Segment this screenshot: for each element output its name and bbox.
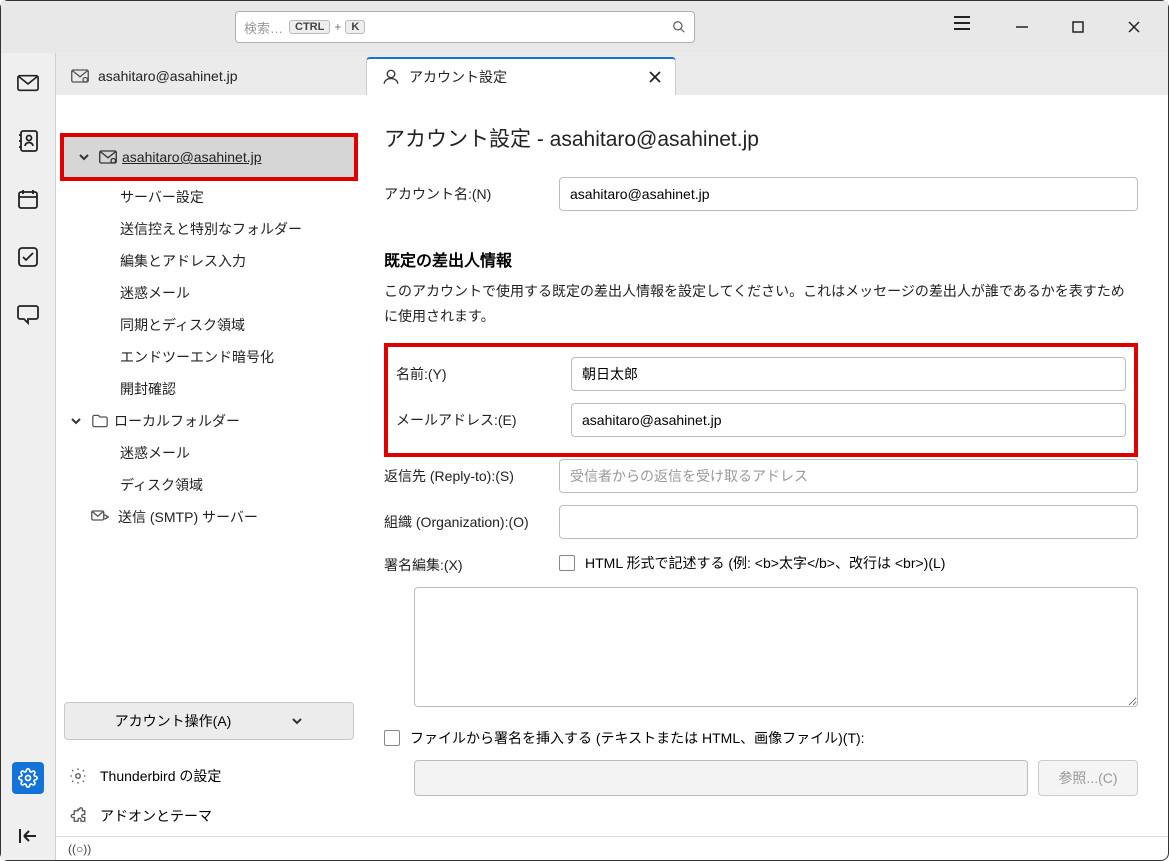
reply-to-field[interactable]	[559, 459, 1138, 493]
mail-account-icon	[98, 150, 118, 164]
sync-status-icon: ((○))	[68, 842, 91, 856]
email-label: メールアドレス:(E)	[396, 410, 571, 430]
tasks-space-icon[interactable]	[12, 241, 44, 273]
search-icon	[672, 20, 686, 34]
mail-account-icon	[70, 69, 90, 83]
gear-icon	[68, 767, 88, 785]
account-actions-label: アカウント操作(A)	[115, 711, 232, 731]
chat-space-icon[interactable]	[12, 299, 44, 331]
account-name-label: アカウント名:(N)	[384, 184, 559, 204]
window-minimize-button[interactable]	[1006, 11, 1038, 43]
file-signature-checkbox[interactable]	[384, 730, 400, 746]
sidebar-sync-disk[interactable]: 同期とディスク領域	[56, 309, 362, 341]
sidebar-account-label: asahitaro@asahinet.jp	[122, 149, 262, 165]
address-book-space-icon[interactable]	[12, 125, 44, 157]
chevron-down-icon	[66, 415, 86, 427]
sidebar-junk[interactable]: 迷惑メール	[56, 277, 362, 309]
account-settings-tab[interactable]: アカウント設定	[366, 57, 676, 95]
organization-field[interactable]	[559, 505, 1138, 539]
folder-icon	[90, 414, 110, 428]
account-settings-icon	[381, 68, 401, 86]
organization-label: 組織 (Organization):(O)	[384, 512, 559, 532]
sidebar-account-header[interactable]: asahitaro@asahinet.jp	[60, 133, 358, 181]
signature-file-field[interactable]	[414, 760, 1028, 796]
account-name-field[interactable]	[559, 177, 1138, 211]
sidebar-outgoing-smtp[interactable]: 送信 (SMTP) サーバー	[56, 501, 362, 533]
kbd-ctrl: CTRL	[289, 20, 330, 34]
reply-to-label: 返信先 (Reply-to):(S)	[384, 466, 559, 486]
close-tab-icon[interactable]	[549, 71, 661, 83]
sidebar-return-receipts[interactable]: 開封確認	[56, 373, 362, 405]
sidebar-copies-folders[interactable]: 送信控えと特別なフォルダー	[56, 213, 362, 245]
kbd-k: K	[345, 20, 365, 34]
page-title: アカウント設定 - asahitaro@asahinet.jp	[384, 123, 1138, 153]
puzzle-icon	[68, 807, 88, 825]
account-mail-tab[interactable]: asahitaro@asahinet.jp	[56, 57, 366, 95]
sidebar-local-folders-header[interactable]: ローカルフォルダー	[56, 405, 362, 437]
file-signature-label: ファイルから署名を挿入する (テキストまたは HTML、画像ファイル)(T):	[410, 728, 865, 748]
sidebar-e2e-encryption[interactable]: エンドツーエンド暗号化	[56, 341, 362, 373]
identity-highlight-box: 名前:(Y) メールアドレス:(E)	[384, 343, 1138, 457]
account-tab-label: asahitaro@asahinet.jp	[98, 68, 238, 84]
signature-label: 署名編集:(X)	[384, 551, 559, 575]
signature-html-checkbox[interactable]	[559, 555, 575, 571]
sidebar-local-disk[interactable]: ディスク領域	[56, 469, 362, 501]
window-maximize-button[interactable]	[1062, 11, 1094, 43]
sidebar-server-settings[interactable]: サーバー設定	[56, 181, 362, 213]
your-name-label: 名前:(Y)	[396, 364, 571, 384]
email-field[interactable]	[571, 403, 1126, 437]
browse-button[interactable]: 参照...(C)	[1038, 760, 1138, 796]
signature-textarea[interactable]	[414, 587, 1138, 707]
signature-html-label: HTML 形式で記述する (例: <b>太字</b>、改行は <br>)(L)	[585, 553, 945, 573]
local-folders-label: ローカルフォルダー	[114, 411, 240, 431]
identity-description: このアカウントで使用する既定の差出人情報を設定してください。これはメッセージの差…	[384, 279, 1138, 329]
chevron-down-icon	[291, 715, 303, 727]
search-placeholder: 検索…	[244, 18, 283, 37]
addons-themes-link[interactable]: アドオンとテーマ	[64, 796, 354, 836]
global-search[interactable]: 検索… CTRL + K	[235, 11, 695, 43]
calendar-space-icon[interactable]	[12, 183, 44, 215]
outgoing-icon	[90, 510, 110, 524]
sidebar-compose-addressing[interactable]: 編集とアドレス入力	[56, 245, 362, 277]
sidebar-local-junk[interactable]: 迷惑メール	[56, 437, 362, 469]
identity-heading: 既定の差出人情報	[384, 247, 1138, 271]
account-actions-button[interactable]: アカウント操作(A)	[64, 702, 354, 740]
app-menu-button[interactable]	[950, 11, 974, 35]
thunderbird-settings-link[interactable]: Thunderbird の設定	[64, 756, 354, 796]
mail-space-icon[interactable]	[12, 67, 44, 99]
window-close-button[interactable]	[1118, 11, 1150, 43]
your-name-field[interactable]	[571, 357, 1126, 391]
chevron-down-icon	[74, 151, 94, 163]
settings-tab-label: アカウント設定	[409, 67, 507, 87]
collapse-spaces-icon[interactable]	[12, 820, 44, 852]
settings-space-icon[interactable]	[12, 762, 44, 794]
